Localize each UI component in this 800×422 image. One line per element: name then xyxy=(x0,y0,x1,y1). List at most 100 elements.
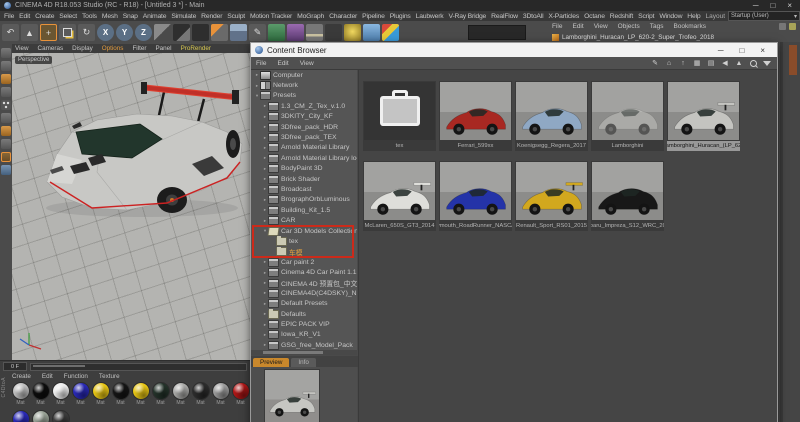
material-swatch[interactable]: Mat xyxy=(31,410,50,422)
menu-item-view[interactable]: View xyxy=(300,60,314,67)
material-swatch[interactable]: Mat xyxy=(11,382,30,406)
tree-item-Network[interactable]: ▸Network xyxy=(251,80,357,90)
tile-Lamborghini_Huracan_(LP_620[interactable]: Lamborghini_Huracan_(LP_620 xyxy=(667,81,740,151)
workplane-mode-icon[interactable] xyxy=(1,87,11,97)
menu-item-view[interactable]: View xyxy=(15,45,29,52)
scrollbar-thumb[interactable] xyxy=(263,351,323,354)
material-swatch[interactable]: Mat xyxy=(111,382,130,406)
menu-item-snap[interactable]: Snap xyxy=(123,13,138,20)
menu-item-window[interactable]: Window xyxy=(659,13,682,20)
menu-item-file[interactable]: File xyxy=(552,23,562,30)
grid-view-icon[interactable]: ▦ xyxy=(692,58,702,68)
tree-item-CINEMA 4D 预置包_中文版[interactable]: ▸CINEMA 4D 预置包_中文版 xyxy=(251,278,357,288)
search-icon[interactable] xyxy=(748,58,758,68)
maximize-button[interactable]: □ xyxy=(770,1,775,10)
material-swatch[interactable]: Mat xyxy=(151,382,170,406)
material-swatch[interactable]: Mat xyxy=(71,382,90,406)
make-editable-icon[interactable] xyxy=(1,48,11,58)
tree-item-Presets[interactable]: ▾Presets xyxy=(251,91,357,101)
timeline-handle[interactable] xyxy=(33,365,85,367)
tree-item-CAR[interactable]: ▸CAR xyxy=(251,215,357,225)
snap-icon[interactable] xyxy=(1,152,11,162)
menu-item-select[interactable]: Select xyxy=(59,13,77,20)
polygons-mode-icon[interactable] xyxy=(1,126,11,136)
frame-field[interactable]: 0 F xyxy=(3,362,27,371)
up-icon[interactable]: ↑ xyxy=(678,58,688,68)
menu-item-tools[interactable]: Tools xyxy=(82,13,97,20)
menu-item-edit[interactable]: Edit xyxy=(19,13,30,20)
menu-item-mograph[interactable]: MoGraph xyxy=(297,13,324,20)
material-swatch[interactable]: Mat xyxy=(31,382,50,406)
tree-item-BrographOrbLuminous[interactable]: ▸BrographOrbLuminous xyxy=(251,195,357,205)
tile-Ferrari_599xx[interactable]: Ferrari_599xx xyxy=(439,81,512,151)
menu-item-laubwerk[interactable]: Laubwerk xyxy=(416,13,444,20)
scale-tool-icon[interactable] xyxy=(59,24,76,41)
edit-path-icon[interactable]: ✎ xyxy=(650,58,660,68)
menu-item-bookmarks[interactable]: Bookmarks xyxy=(673,23,706,30)
live-selection-icon[interactable]: ▲ xyxy=(21,24,38,41)
material-swatch[interactable]: Mat xyxy=(91,382,110,406)
plugin-bird-logo-icon[interactable] xyxy=(382,24,399,41)
tree-item-GSG_free_Model_Pack[interactable]: ▸GSG_free_Model_Pack xyxy=(251,340,357,350)
viewport[interactable]: ViewCamerasDisplayOptionsFilterPanelProR… xyxy=(12,44,250,360)
menu-item-realflow[interactable]: RealFlow xyxy=(491,13,518,20)
tree-item-3DKITY_City_KF[interactable]: ▸3DKITY_City_KF xyxy=(251,112,357,122)
z-axis-lock-icon[interactable]: Z xyxy=(135,24,152,41)
tree-item-1.3_CM_Z_Tex_v.1.0[interactable]: ▸1.3_CM_Z_Tex_v.1.0 xyxy=(251,101,357,111)
tab-info[interactable]: Info xyxy=(291,358,316,367)
cb-maximize-button[interactable]: □ xyxy=(739,46,744,55)
camera-label[interactable]: Perspective xyxy=(15,56,52,64)
tree-item-3Dfree_pack_TEX[interactable]: ▸3Dfree_pack_TEX xyxy=(251,132,357,142)
cb-minimize-button[interactable]: ─ xyxy=(718,46,724,55)
tile-tex[interactable]: tex xyxy=(363,81,436,151)
cb-close-button[interactable]: × xyxy=(760,46,765,55)
list-view-icon[interactable]: ▤ xyxy=(706,58,716,68)
subdivision-surface-icon[interactable] xyxy=(268,24,285,41)
menu-item-create[interactable]: Create xyxy=(12,373,31,380)
move-tool-icon[interactable]: + xyxy=(40,24,57,41)
close-button[interactable]: × xyxy=(787,1,792,10)
menu-item-edit[interactable]: Edit xyxy=(42,373,53,380)
menu-item-sculpt[interactable]: Sculpt xyxy=(227,13,245,20)
x-axis-lock-icon[interactable]: X xyxy=(97,24,114,41)
menu-item-3dtoall[interactable]: 3DtoAll xyxy=(523,13,544,20)
menu-item-simulate[interactable]: Simulate xyxy=(171,13,196,20)
floor-icon[interactable] xyxy=(306,24,323,41)
model-mode-icon[interactable] xyxy=(1,61,11,71)
render-view-icon[interactable] xyxy=(173,24,190,41)
menu-item-animate[interactable]: Animate xyxy=(143,13,167,20)
material-swatch[interactable]: Mat xyxy=(131,382,150,406)
tab-preview[interactable]: Preview xyxy=(253,358,289,367)
tree-item-3Dfree_pack_HDR[interactable]: ▸3Dfree_pack_HDR xyxy=(251,122,357,132)
tree-item-Arnold Material Library local[interactable]: ▸Arnold Material Library local xyxy=(251,153,357,163)
material-swatch[interactable]: Mat xyxy=(171,382,190,406)
menu-item-x-particles[interactable]: X-Particles xyxy=(548,13,579,20)
menu-item-panel[interactable]: Panel xyxy=(155,45,171,52)
menu-item-octane[interactable]: Octane xyxy=(584,13,605,20)
points-mode-icon[interactable] xyxy=(1,100,11,110)
menu-item-render[interactable]: Render xyxy=(201,13,222,20)
tree-item-EPIC PACK VIP[interactable]: ▸EPIC PACK VIP xyxy=(251,319,357,329)
tree-item-Default Presets[interactable]: ▸Default Presets xyxy=(251,299,357,309)
om-search-icon[interactable] xyxy=(789,23,796,30)
menu-item-options[interactable]: Options xyxy=(102,45,124,52)
menu-item-pipeline[interactable]: Pipeline xyxy=(362,13,385,20)
menu-item-file[interactable]: File xyxy=(256,60,266,67)
menu-item-file[interactable]: File xyxy=(4,13,14,20)
viewport-solo-icon[interactable] xyxy=(1,165,11,175)
render-picture-viewer-icon[interactable] xyxy=(192,24,209,41)
material-swatch[interactable]: Mat xyxy=(51,382,70,406)
tree-item-CINEMA4D(C4DSKY)_NET_M[interactable]: ▸CINEMA4D(C4DSKY)_NET_M xyxy=(251,288,357,298)
tree-horizontal-scrollbar[interactable] xyxy=(251,350,357,355)
menu-item-tags[interactable]: Tags xyxy=(650,23,664,30)
menu-item-texture[interactable]: Texture xyxy=(99,373,120,380)
menu-item-motion-tracker[interactable]: Motion Tracker xyxy=(250,13,292,20)
tree-item-Iowa_KR_V1[interactable]: ▸Iowa_KR_V1 xyxy=(251,330,357,340)
tile-Plymouth_RoadRunner_NASCAR[interactable]: Plymouth_RoadRunner_NASCAR xyxy=(439,161,512,231)
sort-icon[interactable]: ▲ xyxy=(734,58,744,68)
menu-item-display[interactable]: Display xyxy=(72,45,93,52)
menu-item-prorender[interactable]: ProRender xyxy=(181,45,211,52)
tile-Subaru_Impreza_S12_WRC_2006[interactable]: Subaru_Impreza_S12_WRC_2006 xyxy=(591,161,664,231)
menu-item-character[interactable]: Character xyxy=(329,13,357,20)
material-swatch[interactable]: Mat xyxy=(51,410,70,422)
